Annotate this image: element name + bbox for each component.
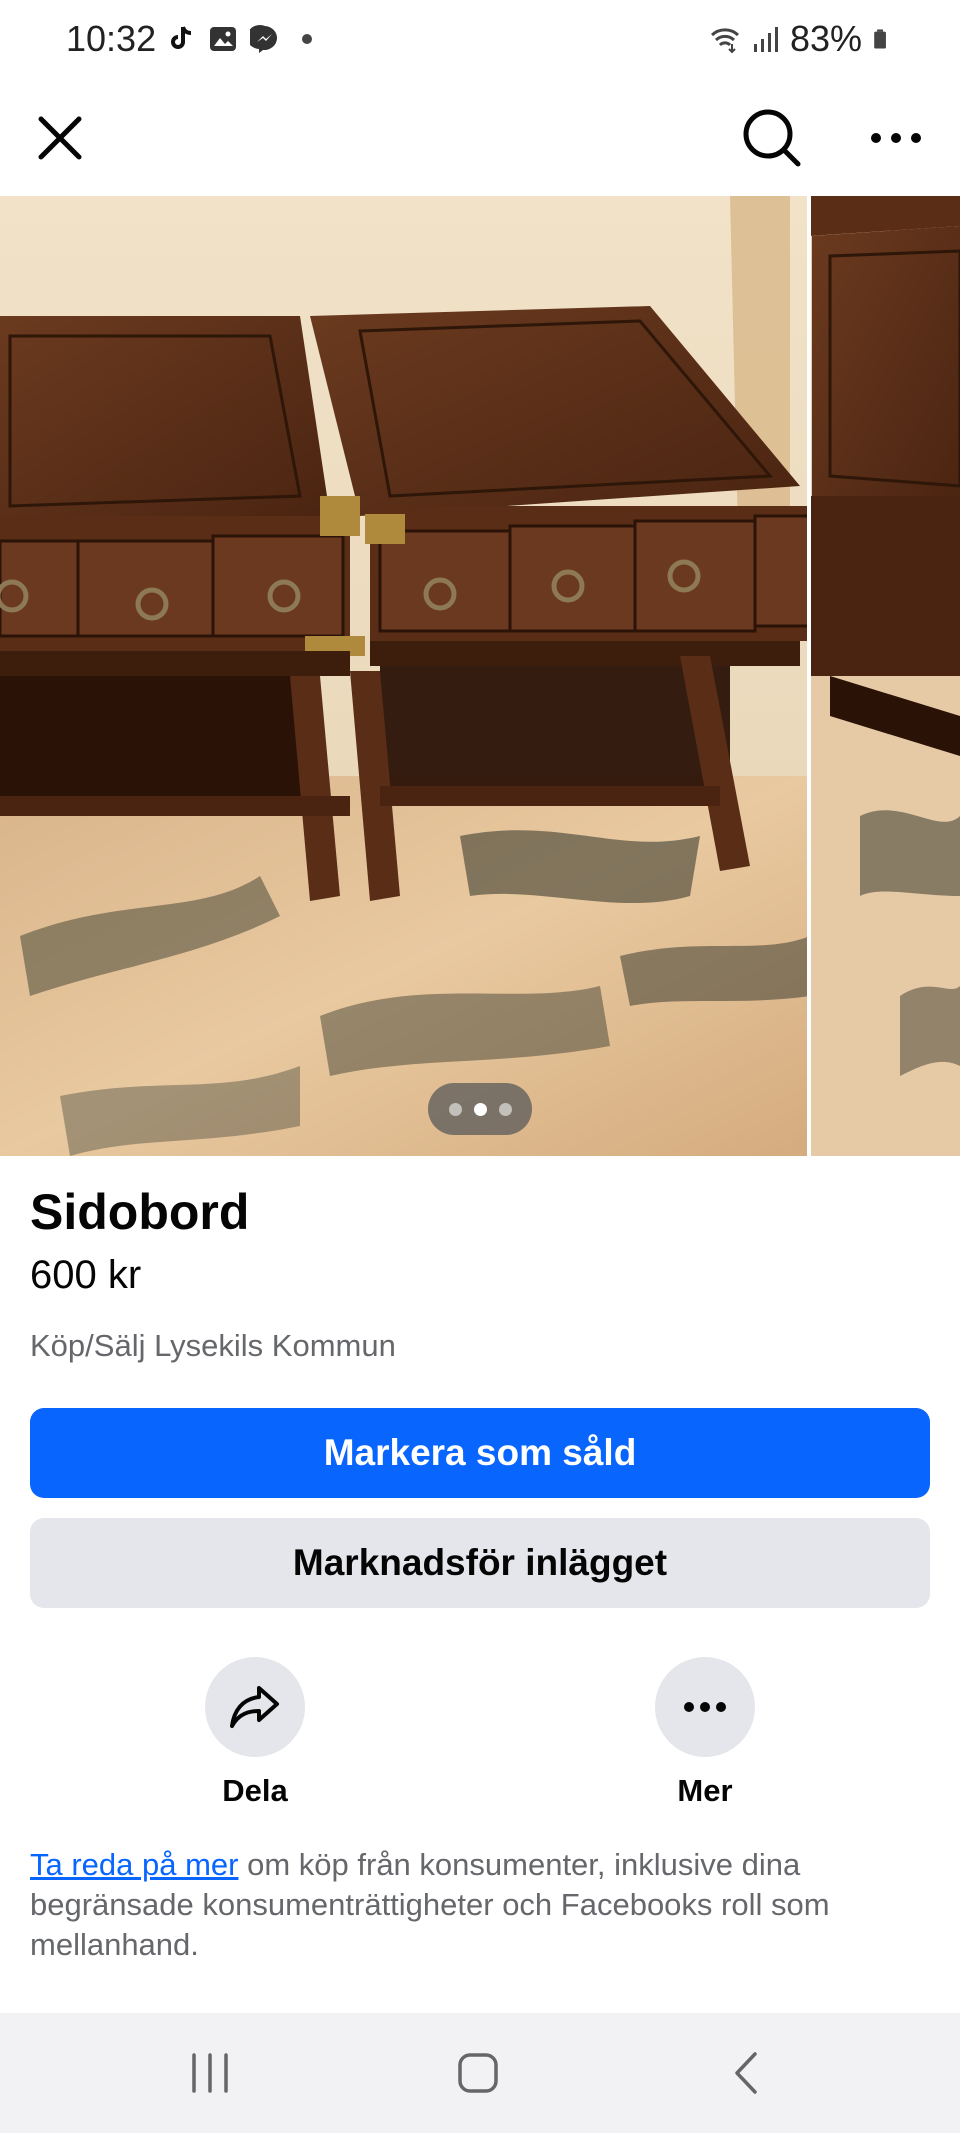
gallery-icon xyxy=(210,27,236,51)
pager-dot-active xyxy=(473,1102,487,1116)
more-action[interactable]: Mer xyxy=(625,1657,785,1817)
search-icon xyxy=(743,109,801,167)
consumer-info-text: Ta reda på mer om köp från konsumenter, … xyxy=(30,1845,930,1965)
wifi-icon xyxy=(710,28,739,54)
status-system-icons: 83% xyxy=(710,18,894,60)
signal-icon xyxy=(753,27,778,52)
more-icon xyxy=(871,133,921,143)
listing-group[interactable]: Köp/Sälj Lysekils Kommun xyxy=(30,1328,396,1364)
close-icon xyxy=(38,116,82,160)
more-button[interactable] xyxy=(655,1657,755,1757)
pager-dot xyxy=(498,1102,512,1116)
search-button[interactable] xyxy=(734,100,810,176)
recent-apps-button[interactable] xyxy=(180,2043,240,2103)
messenger-icon xyxy=(250,25,277,53)
close-button[interactable] xyxy=(22,100,98,176)
share-button[interactable] xyxy=(205,1657,305,1757)
share-icon xyxy=(230,1686,279,1728)
home-button[interactable] xyxy=(448,2043,508,2103)
listing-title: Sidobord xyxy=(30,1184,250,1240)
listing-photo xyxy=(0,196,960,1156)
battery-icon xyxy=(874,29,886,49)
tiktok-icon xyxy=(171,26,192,49)
promote-listing-button[interactable]: Marknadsför inlägget xyxy=(30,1518,930,1608)
photo-carousel[interactable] xyxy=(0,196,960,1156)
top-app-bar xyxy=(0,80,960,196)
dot-icon xyxy=(302,34,312,44)
more-dots-icon xyxy=(684,1702,726,1712)
share-action[interactable]: Dela xyxy=(175,1657,335,1817)
listing-price: 600 kr xyxy=(30,1253,142,1297)
learn-more-link[interactable]: Ta reda på mer xyxy=(30,1847,239,1882)
more-options-button[interactable] xyxy=(858,100,934,176)
recent-apps-icon xyxy=(192,2053,228,2093)
share-label: Dela xyxy=(222,1773,288,1808)
status-time: 10:32 xyxy=(66,18,157,59)
status-notification-icons xyxy=(166,24,322,54)
system-navigation-bar xyxy=(0,2013,960,2133)
back-button[interactable] xyxy=(716,2043,776,2103)
mark-as-sold-button[interactable]: Markera som såld xyxy=(30,1408,930,1498)
battery-percent: 83% xyxy=(789,18,862,59)
status-bar: 10:32 83% xyxy=(0,0,960,80)
more-label: Mer xyxy=(677,1773,733,1808)
home-icon xyxy=(458,2053,498,2093)
pager-dot xyxy=(448,1102,462,1116)
photo-pager xyxy=(428,1083,532,1135)
back-icon xyxy=(735,2052,757,2094)
